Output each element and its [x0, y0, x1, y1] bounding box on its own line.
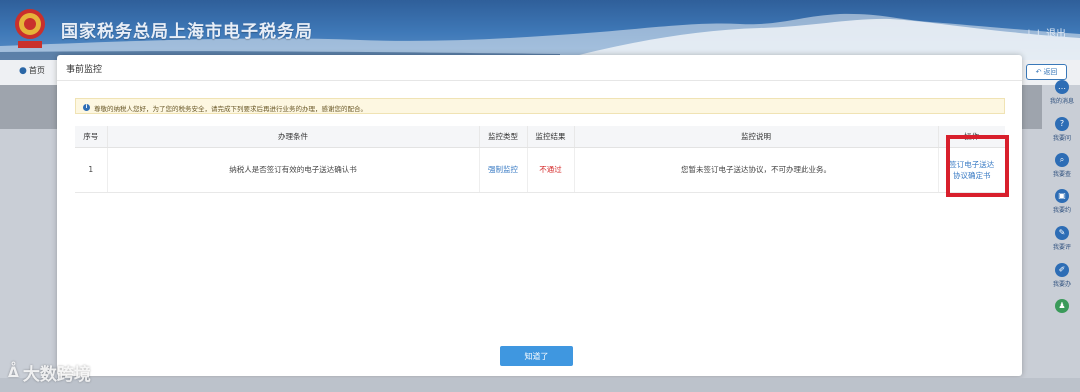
site-header: 国家税务总局上海市电子税务局 | | 退出: [0, 0, 1080, 60]
tax-emblem-logo: [15, 9, 45, 48]
toolbar-label: 我的消息: [1049, 98, 1074, 105]
back-label: 返回: [1043, 68, 1058, 76]
page-footer-strip: [0, 378, 1080, 392]
info-icon: i: [83, 104, 90, 111]
robot-icon: ♟: [1055, 299, 1069, 313]
home-label: 首页: [28, 66, 45, 75]
toolbar-item[interactable]: ♟: [1046, 299, 1078, 315]
watermark-text: 大数跨境: [22, 365, 91, 385]
toolbar-item[interactable]: ✐ 我要办: [1046, 263, 1078, 288]
toolbar-label: 我要办: [1052, 281, 1071, 288]
back-button[interactable]: ↶ 返回: [1026, 64, 1067, 80]
pen-icon: ✐: [1055, 263, 1069, 277]
toolbar-item[interactable]: ✎ 我要评: [1046, 226, 1078, 251]
toolbar-item[interactable]: ? 我要问: [1046, 117, 1078, 142]
home-breadcrumb[interactable]: ● 首页: [19, 65, 45, 76]
row-description: 您暂未签订电子送达协议，不可办理此业务。: [574, 147, 939, 193]
pre-check-modal: 事前监控 i 尊敬的纳税人您好，为了您的税务安全，请完成下列要求后再进行业务的办…: [57, 55, 1022, 376]
toolbar-label: 我要约: [1052, 207, 1071, 214]
comment-icon: ✎: [1055, 226, 1069, 240]
header-actions: | | 退出: [1027, 25, 1066, 40]
question-icon: ?: [1055, 117, 1069, 131]
column-header: 办理条件: [107, 126, 480, 148]
column-header: 监控说明: [574, 126, 939, 148]
column-header: 监控结果: [527, 126, 575, 148]
background-panel: [1022, 85, 1042, 129]
toolbar-item[interactable]: ▣ 我要约: [1046, 189, 1078, 214]
toolbar-label: 我要查: [1052, 171, 1071, 178]
calendar-icon: ▣: [1055, 189, 1069, 203]
highlight-box: [946, 135, 1009, 197]
monitor-table: 序号 办理条件 监控类型 监控结果 监控说明 操作 1 纳税人是否签订有效的电子…: [75, 126, 1005, 193]
got-it-button[interactable]: 知道了: [500, 346, 573, 366]
notice-banner: i 尊敬的纳税人您好，为了您的税务安全，请完成下列要求后再进行业务的办理，感谢您…: [75, 98, 1005, 114]
row-result: 不通过: [527, 147, 575, 193]
column-header: 监控类型: [479, 126, 528, 148]
toolbar-label: 我要评: [1052, 244, 1071, 251]
exit-link[interactable]: 退出: [1046, 29, 1066, 40]
row-condition: 纳税人是否签订有效的电子送达确认书: [107, 147, 480, 193]
back-arrow-icon: ↶: [1035, 68, 1042, 76]
watermark: ᐂ 大数跨境: [8, 360, 91, 386]
table-row: 1 纳税人是否签订有效的电子送达确认书 强制监控 不通过 您暂未签订电子送达协议…: [75, 147, 1005, 193]
background-panel: [0, 85, 57, 129]
row-monitor-type-link[interactable]: 强制监控: [479, 147, 528, 193]
modal-title: 事前监控: [57, 55, 1022, 81]
notice-text: 尊敬的纳税人您好，为了您的税务安全，请完成下列要求后再进行业务的办理，感谢您的配…: [94, 104, 367, 113]
site-title: 国家税务总局上海市电子税务局: [61, 22, 313, 42]
header-divider: |: [1027, 29, 1031, 40]
toolbar-item[interactable]: ⌕ 我要查: [1046, 153, 1078, 178]
message-icon: …: [1055, 80, 1069, 94]
watermark-logo-icon: ᐂ: [8, 364, 19, 381]
toolbar-item[interactable]: … 我的消息: [1046, 80, 1078, 105]
location-pin-icon: ●: [19, 66, 27, 76]
row-index: 1: [75, 147, 108, 193]
search-icon: ⌕: [1055, 153, 1069, 167]
header-divider: |: [1036, 29, 1040, 40]
table-header-row: 序号 办理条件 监控类型 监控结果 监控说明 操作: [75, 126, 1005, 148]
column-header: 序号: [75, 126, 108, 148]
toolbar-label: 我要问: [1052, 135, 1071, 142]
